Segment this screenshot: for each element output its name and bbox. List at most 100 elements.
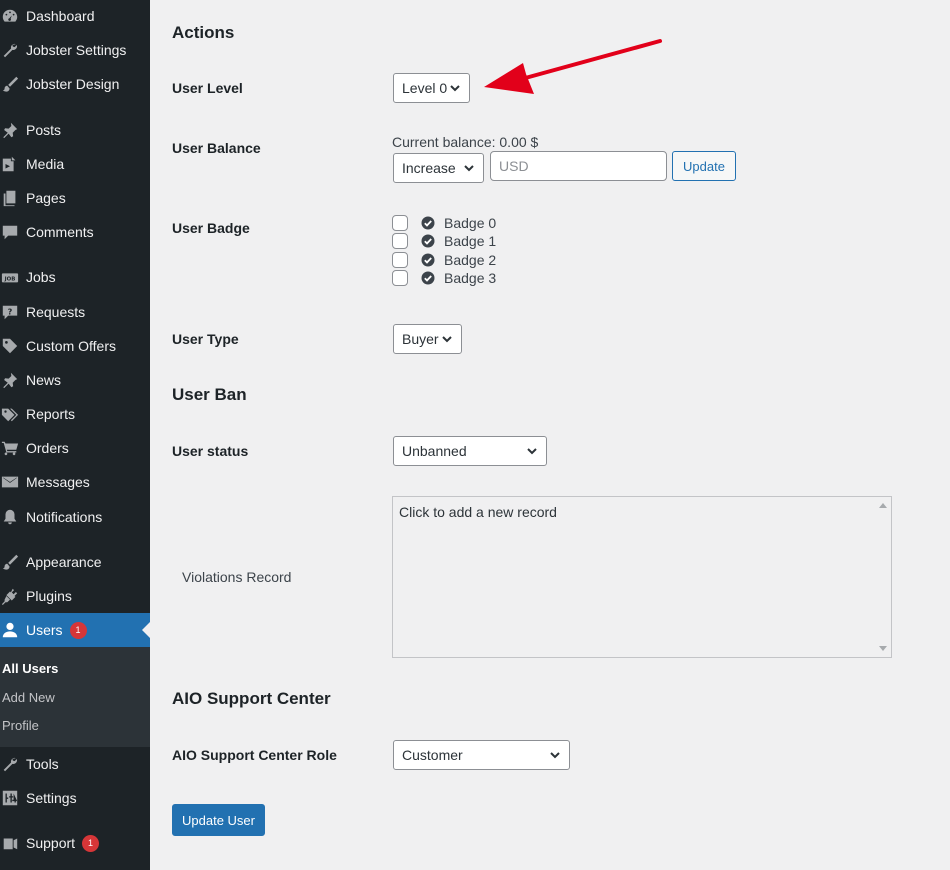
menu-notifications[interactable]: Notifications	[0, 500, 150, 534]
bell-icon	[0, 507, 20, 527]
menu-media[interactable]: Media	[0, 147, 150, 181]
cart-icon	[0, 438, 20, 458]
menu-label: Messages	[26, 474, 90, 490]
check-circle-icon	[421, 234, 435, 248]
scroll-down-arrow[interactable]	[879, 646, 887, 651]
chevron-down-icon	[547, 747, 563, 763]
notification-badge: 1	[82, 834, 100, 852]
balance-mode-select[interactable]: Increase	[393, 153, 484, 183]
submenu-add-new[interactable]: Add New	[2, 690, 55, 705]
user-type-select[interactable]: Buyer	[393, 324, 462, 354]
menu-pages[interactable]: Pages	[0, 181, 150, 215]
badge-option: Badge 3	[392, 269, 496, 287]
menu-jobster-design[interactable]: Jobster Design	[0, 67, 150, 101]
violations-placeholder: Click to add a new record	[399, 504, 557, 520]
menu-label: Jobs	[26, 269, 56, 285]
update-user-button[interactable]: Update User	[172, 804, 265, 836]
scroll-up-arrow[interactable]	[879, 503, 887, 508]
user-type-value: Buyer	[402, 331, 439, 347]
menu-label: News	[26, 372, 62, 388]
settings-icon	[0, 788, 20, 808]
badge-label: Badge 1	[444, 233, 497, 249]
menu-settings[interactable]: Settings	[0, 781, 150, 815]
user-status-label: User status	[172, 443, 249, 459]
badge-2-checkbox[interactable]	[392, 252, 408, 268]
menu-messages[interactable]: Messages	[0, 465, 150, 499]
balance-amount-input[interactable]	[490, 151, 667, 181]
dashboard-icon	[0, 6, 20, 26]
badge-option: Badge 1	[392, 232, 496, 250]
job-icon: JOB	[0, 267, 20, 287]
comment-icon	[0, 222, 20, 242]
menu-custom-offers[interactable]: Custom Offers	[0, 329, 150, 363]
menu-jobs[interactable]: JOB Jobs	[0, 260, 150, 294]
menu-label: Pages	[26, 190, 66, 206]
menu-news[interactable]: News	[0, 363, 150, 397]
menu-comments[interactable]: Comments	[0, 215, 150, 249]
users-submenu: All Users Add New Profile	[0, 647, 150, 747]
menu-orders[interactable]: Orders	[0, 431, 150, 465]
badge-1-checkbox[interactable]	[392, 233, 408, 249]
plugin-icon	[0, 586, 20, 606]
aio-role-select[interactable]: Customer	[393, 740, 570, 770]
badge-label: Badge 2	[444, 252, 497, 268]
menu-plugins[interactable]: Plugins	[0, 579, 150, 613]
actions-heading: Actions	[172, 23, 235, 42]
menu-label: Jobster Settings	[26, 42, 127, 58]
menu-requests[interactable]: ? Requests	[0, 295, 150, 329]
violations-record-textarea[interactable]: Click to add a new record	[392, 496, 892, 658]
aio-role-label: AIO Support Center Role	[172, 747, 337, 763]
user-level-value: Level 0	[402, 80, 448, 96]
menu-label: Users	[26, 622, 63, 638]
tag-icon	[0, 336, 20, 356]
menu-label: Notifications	[26, 509, 103, 525]
wrench-icon	[0, 40, 20, 60]
wrench-icon	[0, 754, 20, 774]
badge-label: Badge 3	[444, 270, 497, 286]
question-icon: ?	[0, 302, 20, 322]
check-circle-icon	[421, 271, 435, 285]
menu-label: Posts	[26, 122, 62, 138]
user-type-label: User Type	[172, 331, 239, 347]
menu-dashboard[interactable]: Dashboard	[0, 0, 150, 33]
badge-0-checkbox[interactable]	[392, 215, 408, 231]
brush-icon	[0, 74, 20, 94]
update-balance-button[interactable]: Update	[672, 151, 736, 181]
user-balance-label: User Balance	[172, 140, 261, 156]
tags-icon	[0, 404, 20, 424]
user-icon	[0, 620, 20, 640]
badge-3-checkbox[interactable]	[392, 270, 408, 286]
menu-jobster-settings[interactable]: Jobster Settings	[0, 33, 150, 67]
chevron-down-icon	[461, 160, 477, 176]
menu-label: Settings	[26, 790, 77, 806]
menu-label: Media	[26, 156, 65, 172]
submenu-profile[interactable]: Profile	[2, 718, 39, 733]
user-level-select[interactable]: Level 0	[393, 73, 470, 103]
menu-support[interactable]: Support 1	[0, 826, 150, 860]
badge-option: Badge 0	[392, 214, 496, 232]
menu-users[interactable]: Users 1	[0, 613, 150, 647]
user-status-select[interactable]: Unbanned	[393, 436, 547, 466]
menu-posts[interactable]: Posts	[0, 113, 150, 147]
menu-label: Reports	[26, 406, 76, 422]
menu-appearance[interactable]: Appearance	[0, 545, 150, 579]
media-icon	[0, 154, 20, 174]
menu-label: Jobster Design	[26, 76, 120, 92]
menu-tools[interactable]: Tools	[0, 747, 150, 781]
menu-label: Support	[26, 835, 76, 851]
user-ban-heading: User Ban	[172, 385, 247, 404]
red-arrow-annotation	[484, 39, 662, 94]
user-status-value: Unbanned	[402, 443, 467, 459]
menu-label: Plugins	[26, 588, 72, 604]
admin-sidebar: Dashboard Jobster Settings Jobster Desig…	[0, 0, 150, 870]
check-circle-icon	[421, 216, 435, 230]
submenu-all-users[interactable]: All Users	[2, 661, 58, 676]
menu-label: Tools	[26, 756, 59, 772]
menu-label: Requests	[26, 304, 86, 320]
user-badge-label: User Badge	[172, 220, 250, 236]
chevron-down-icon	[439, 331, 455, 347]
badge-label: Badge 0	[444, 215, 497, 231]
chevron-down-icon	[447, 80, 463, 96]
pages-icon	[0, 188, 20, 208]
menu-reports[interactable]: Reports	[0, 397, 150, 431]
